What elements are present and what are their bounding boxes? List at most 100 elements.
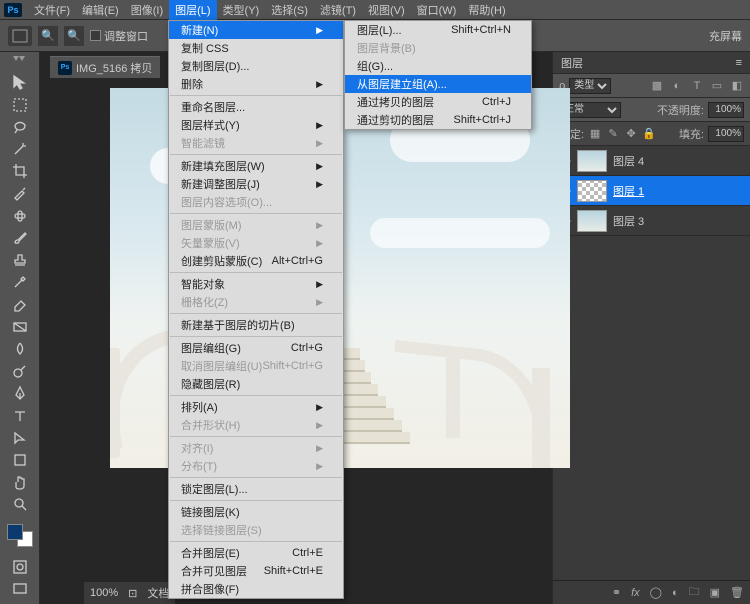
menu-item-重命名图层...[interactable]: 重命名图层... [169,98,343,116]
menu-item-隐藏图层(R)[interactable]: 隐藏图层(R) [169,375,343,393]
panel-menu-icon[interactable]: ≡ [736,57,742,69]
menu-图像(I)[interactable]: 图像(I) [125,0,169,20]
path-select-tool-icon[interactable] [7,428,33,448]
lock-pos-icon[interactable]: ✥ [624,127,638,141]
history-brush-tool-icon[interactable] [7,272,33,292]
eyedropper-tool-icon[interactable] [7,183,33,203]
wand-tool-icon[interactable] [7,139,33,159]
kind-select[interactable]: 类型 [569,78,611,94]
move-tool-icon[interactable] [7,72,33,92]
menu-item-智能对象[interactable]: 智能对象▶ [169,275,343,293]
gradient-tool-icon[interactable] [7,317,33,337]
menu-item-创建剪贴蒙版(C)[interactable]: 创建剪贴蒙版(C)Alt+Ctrl+G [169,252,343,270]
menu-item-新建填充图层(W)[interactable]: 新建填充图层(W)▶ [169,157,343,175]
menu-item-组(G)...[interactable]: 组(G)... [345,57,531,75]
zoom-out-icon[interactable]: 🔍 [64,26,84,46]
menu-文件(F)[interactable]: 文件(F) [28,0,76,20]
layer-row[interactable]: 图层 1 [553,176,750,206]
zoom-in-icon[interactable]: 🔍 [38,26,58,46]
menu-item-链接图层(K)[interactable]: 链接图层(K) [169,503,343,521]
layer-row[interactable]: 图层 4 [553,146,750,176]
resize-window-checkbox[interactable]: 调整窗口 [90,28,148,44]
heal-tool-icon[interactable] [7,206,33,226]
blend-opacity-row: 正常 不透明度: [553,98,750,122]
eraser-tool-icon[interactable] [7,294,33,314]
menu-item-复制图层(D)...[interactable]: 复制图层(D)... [169,57,343,75]
shape-tool-icon[interactable] [7,450,33,470]
document-tab[interactable]: Ps IMG_5166 拷贝 [50,56,160,78]
layer-thumbnail [577,150,607,172]
menu-视图(V)[interactable]: 视图(V) [362,0,411,20]
menu-item-合并图层(E)[interactable]: 合并图层(E)Ctrl+E [169,544,343,562]
menu-item-排列(A)[interactable]: 排列(A)▶ [169,398,343,416]
marquee-tool-icon[interactable] [7,94,33,114]
menu-item-图层样式(Y)[interactable]: 图层样式(Y)▶ [169,116,343,134]
opacity-input[interactable] [708,102,744,118]
menu-item-图层编组(G)[interactable]: 图层编组(G)Ctrl+G [169,339,343,357]
menu-帮助(H)[interactable]: 帮助(H) [462,0,511,20]
delete-layer-icon[interactable]: 🗑 [730,586,744,599]
photoshop-logo: Ps [4,3,22,17]
menu-item-新建基于图层的切片(B)[interactable]: 新建基于图层的切片(B) [169,316,343,334]
menu-item-栅格化(Z): 栅格化(Z)▶ [169,293,343,311]
lock-paint-icon[interactable]: ✎ [606,127,620,141]
menu-类型(Y)[interactable]: 类型(Y) [217,0,266,20]
stamp-tool-icon[interactable] [7,250,33,270]
lock-all-icon[interactable]: 🔒 [642,127,656,141]
menu-item-删除[interactable]: 删除▶ [169,75,343,93]
layer-name: 图层 1 [613,183,644,199]
menu-item-智能滤镜: 智能滤镜▶ [169,134,343,152]
zoom-tool-icon[interactable] [7,494,33,514]
type-tool-icon[interactable] [7,405,33,425]
menu-item-合并可见图层[interactable]: 合并可见图层Shift+Ctrl+E [169,562,343,580]
crop-tool-icon[interactable] [7,161,33,181]
new-layer-icon[interactable]: ▣ [710,586,720,599]
adjustment-icon[interactable]: ◐ [672,587,679,599]
link-layers-icon[interactable]: ⚭ [612,586,621,599]
color-swatches[interactable] [7,524,33,548]
lasso-tool-icon[interactable] [7,117,33,137]
layers-list: 图层 4 图层 1 图层 3 [553,146,750,580]
layers-panel: 图层 ≡ ρ类型 ▩ ◐ T ▭ ◧ 正常 不透明度: 锁定: ▦ ✎ ✥ 🔒 … [552,52,750,604]
hand-tool-icon[interactable] [7,472,33,492]
menu-item-从图层建立组(A)...[interactable]: 从图层建立组(A)... [345,75,531,93]
menu-item-锁定图层(L)...[interactable]: 锁定图层(L)... [169,480,343,498]
group-icon[interactable]: 🗀 [689,583,700,602]
menu-item-图层(L)...[interactable]: 图层(L)...Shift+Ctrl+N [345,21,531,39]
lock-trans-icon[interactable]: ▦ [588,127,602,141]
quickmask-icon[interactable] [7,556,33,576]
menu-图层(L)[interactable]: 图层(L) [169,0,216,20]
layers-panel-footer: ⚭ fx ◯ ◐ 🗀 ▣ 🗑 [553,580,750,604]
menu-item-图层蒙版(M): 图层蒙版(M)▶ [169,216,343,234]
menu-item-复制 CSS[interactable]: 复制 CSS [169,39,343,57]
menu-选择(S)[interactable]: 选择(S) [265,0,314,20]
filter-smart-icon[interactable]: ◧ [730,79,744,93]
menu-滤镜(T)[interactable]: 滤镜(T) [314,0,362,20]
filter-type-icon[interactable]: T [690,79,704,93]
menu-窗口(W)[interactable]: 窗口(W) [411,0,463,20]
menu-item-新建(N)[interactable]: 新建(N)▶ [169,21,343,39]
filter-pixel-icon[interactable]: ▩ [650,79,664,93]
menu-编辑(E)[interactable]: 编辑(E) [76,0,125,20]
menu-item-拼合图像(F)[interactable]: 拼合图像(F) [169,580,343,598]
dodge-tool-icon[interactable] [7,361,33,381]
brush-tool-icon[interactable] [7,228,33,248]
footer-icon: ⊡ [128,587,137,600]
footer-doc-label: 文档 [147,585,169,601]
screenmode-icon[interactable] [7,579,33,599]
fx-icon[interactable]: fx [631,587,640,599]
zoom-level: 100% [90,587,118,599]
menu-item-新建调整图层(J)[interactable]: 新建调整图层(J)▶ [169,175,343,193]
blur-tool-icon[interactable] [7,339,33,359]
filter-shape-icon[interactable]: ▭ [710,79,724,93]
layer-menu-dropdown: 新建(N)▶复制 CSS复制图层(D)...删除▶ 重命名图层...图层样式(Y)… [168,20,344,599]
fill-input[interactable] [708,126,744,142]
menu-item-通过剪切的图层[interactable]: 通过剪切的图层Shift+Ctrl+J [345,111,531,129]
filter-adjust-icon[interactable]: ◐ [670,79,684,93]
mask-icon[interactable]: ◯ [650,586,662,599]
menu-item-对齐(I): 对齐(I)▶ [169,439,343,457]
layers-panel-tab[interactable]: 图层 ≡ [553,52,750,74]
layer-row[interactable]: 图层 3 [553,206,750,236]
pen-tool-icon[interactable] [7,383,33,403]
menu-item-通过拷贝的图层[interactable]: 通过拷贝的图层Ctrl+J [345,93,531,111]
